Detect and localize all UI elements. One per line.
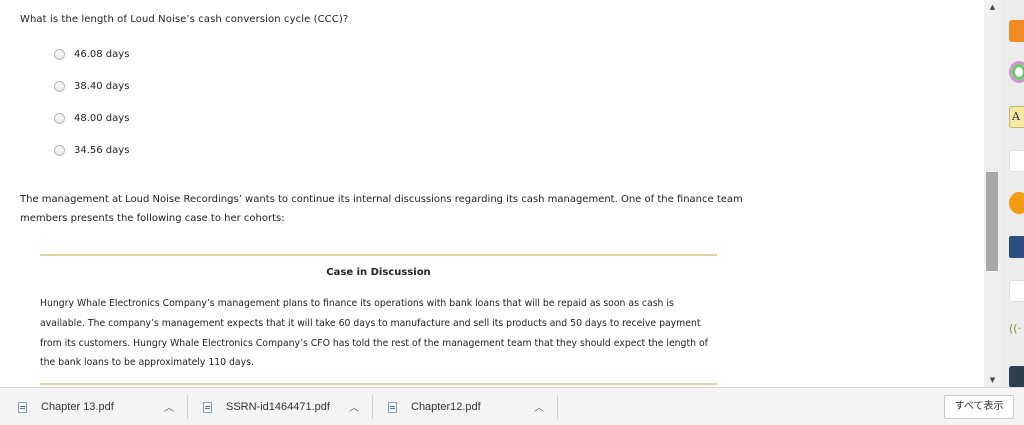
quiz-content-area: What is the length of Loud Noise’s cash …	[0, 0, 984, 387]
answer-option-1[interactable]: 46.08 days	[54, 47, 129, 61]
radio-button[interactable]	[54, 80, 65, 92]
divider	[187, 395, 188, 419]
mountain-icon[interactable]	[1009, 366, 1024, 387]
divider	[557, 395, 558, 419]
chevron-up-icon[interactable]: ︿	[534, 399, 544, 414]
intro-paragraph: The management at Loud Noise Recordings’…	[20, 194, 743, 224]
download-file-name: SSRN-id1464471.pdf	[226, 401, 330, 413]
case-body: Hungry Whale Electronics Company’s manag…	[40, 298, 708, 369]
option-label: 38.40 days	[74, 80, 130, 92]
chevron-up-icon[interactable]: ︿	[164, 399, 174, 414]
rss-feed-icon[interactable]	[1009, 20, 1024, 42]
scroll-thumb[interactable]	[986, 172, 998, 271]
option-label: 48.00 days	[74, 112, 130, 124]
scroll-up-arrow-icon[interactable]: ▲	[984, 0, 1001, 14]
case-title: Case in Discussion	[326, 267, 431, 278]
answer-option-3[interactable]: 48.00 days	[54, 111, 129, 125]
answer-option-4[interactable]: 34.56 days	[54, 143, 129, 157]
pdf-file-icon	[203, 401, 212, 413]
color-wheel-icon[interactable]	[1009, 61, 1024, 83]
vertical-scrollbar[interactable]: ▲ ▼	[984, 0, 1001, 387]
chevron-up-icon[interactable]: ︿	[349, 399, 359, 414]
font-size-icon[interactable]: A	[1009, 106, 1024, 128]
divider	[372, 395, 373, 419]
question-text: What is the length of Loud Noise’s cash …	[20, 14, 349, 25]
browser-app-icon[interactable]	[1009, 192, 1024, 214]
note-app-icon[interactable]	[1009, 280, 1024, 302]
case-top-divider	[40, 254, 717, 256]
wireless-icon[interactable]: ((·	[1009, 322, 1024, 344]
radio-button[interactable]	[54, 112, 65, 124]
answer-option-2[interactable]: 38.40 days	[54, 79, 129, 93]
download-file-name: Chapter 13.pdf	[41, 401, 114, 413]
downloads-bar: Chapter 13.pdf ︿ SSRN-id1464471.pdf ︿ Ch…	[0, 387, 1024, 425]
download-item-1[interactable]: Chapter 13.pdf	[18, 388, 114, 425]
option-label: 34.56 days	[74, 144, 130, 156]
scroll-down-arrow-icon[interactable]: ▼	[984, 373, 1001, 387]
book-icon[interactable]	[1009, 236, 1024, 258]
pdf-file-icon	[388, 401, 397, 413]
show-all-downloads-button[interactable]: すべて表示	[944, 395, 1014, 419]
download-item-2[interactable]: SSRN-id1464471.pdf	[203, 388, 330, 425]
radio-button[interactable]	[54, 48, 65, 60]
office-app-icon[interactable]	[1009, 150, 1024, 172]
download-file-name: Chapter12.pdf	[411, 401, 481, 413]
pdf-file-icon	[18, 401, 27, 413]
option-label: 46.08 days	[74, 48, 130, 60]
radio-button[interactable]	[54, 144, 65, 156]
case-bottom-divider	[40, 383, 717, 385]
side-dock: A ((·	[1001, 0, 1024, 387]
download-item-3[interactable]: Chapter12.pdf	[388, 388, 481, 425]
